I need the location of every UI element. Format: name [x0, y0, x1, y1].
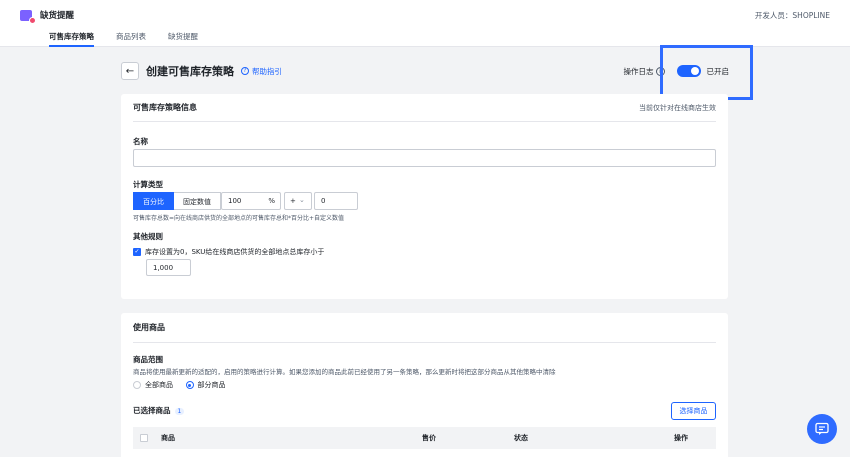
- rule-checkbox[interactable]: ✓: [133, 248, 141, 256]
- card-header: 可售库存策略信息 当前仅针对在线商店生效: [133, 94, 716, 122]
- arrow-left-icon: ←: [125, 65, 135, 77]
- strategy-info-card: 可售库存策略信息 当前仅针对在线商店生效 名称 计算类型 百分比 固定数值 10…: [121, 94, 728, 299]
- radio-partial-label: 部分商品: [197, 381, 226, 389]
- app-logo-icon: [20, 9, 36, 24]
- radio-all-products[interactable]: [133, 381, 141, 389]
- radio-partial-products[interactable]: [185, 381, 194, 389]
- operator-value: +: [290, 197, 296, 205]
- other-rules-label: 其他规则: [133, 232, 163, 241]
- name-label: 名称: [133, 137, 148, 146]
- percent-input[interactable]: 100 %: [221, 192, 281, 210]
- name-input[interactable]: [133, 149, 716, 167]
- selected-products-label: 已选择商品 1: [133, 405, 185, 416]
- col-actions: 操作: [674, 434, 688, 442]
- tab-stock-alert[interactable]: 缺货提醒: [168, 30, 198, 47]
- back-button[interactable]: ←: [121, 62, 139, 80]
- top-bar: 缺货提醒 开发人员：SHOPLINE: [0, 0, 850, 30]
- extra-value: 0: [321, 197, 326, 205]
- selected-label-text: 已选择商品: [133, 406, 171, 415]
- selected-count-badge: 1: [174, 408, 185, 415]
- select-all-checkbox[interactable]: [140, 434, 148, 442]
- developer-info: 开发人员：SHOPLINE: [754, 10, 830, 20]
- page-title: 创建可售库存策略: [146, 65, 234, 78]
- card-header: 使用商品: [133, 313, 716, 343]
- chat-icon: [815, 422, 829, 435]
- calc-type-segment: 百分比 固定数值: [133, 192, 221, 210]
- app-title: 缺货提醒: [40, 11, 75, 21]
- operation-log-link[interactable]: 操作日志: [624, 66, 654, 77]
- lightbulb-icon: ?: [241, 67, 249, 75]
- section-title: 使用商品: [133, 323, 165, 332]
- rule-text: 库存设置为0，SKU给在线商店供货的全部地点总库存小于: [145, 248, 325, 256]
- operator-select[interactable]: + ⌄: [284, 192, 312, 210]
- tab-product-list[interactable]: 商品列表: [116, 30, 146, 47]
- scope-label: 商品范围: [133, 355, 163, 364]
- scope-radio-group: 全部商品 部分商品: [133, 380, 236, 390]
- help-link[interactable]: ? 帮助指引: [241, 66, 282, 77]
- radio-all-label: 全部商品: [145, 381, 173, 389]
- percent-option[interactable]: 百分比: [133, 192, 174, 210]
- section-title: 可售库存策略信息: [133, 103, 197, 112]
- products-card: 使用商品 商品范围 商品将使用最新更新的适配的，启用的策略进行计算。如果您添加的…: [121, 313, 728, 457]
- chevron-down-icon: ⌄: [299, 196, 305, 204]
- tab-inventory-strategy[interactable]: 可售库存策略: [49, 30, 94, 47]
- products-table-header: 商品 售价 状态 操作: [133, 427, 716, 449]
- help-label: 帮助指引: [252, 66, 282, 76]
- rule-row: ✓ 库存设置为0，SKU给在线商店供货的全部地点总库存小于: [133, 247, 324, 257]
- page-header: ← 创建可售库存策略 ? 帮助指引 操作日志 i 已开启: [121, 62, 729, 80]
- threshold-input[interactable]: 1,000: [146, 259, 191, 276]
- fixed-value-option[interactable]: 固定数值: [174, 192, 221, 210]
- select-products-button[interactable]: 选择商品: [671, 402, 716, 420]
- calc-type-label: 计算类型: [133, 180, 163, 189]
- scope-description: 商品将使用最新更新的适配的，启用的策略进行计算。如果您添加的商品此前已经使用了另…: [133, 368, 556, 376]
- col-price: 售价: [422, 434, 436, 442]
- extra-value-input[interactable]: 0: [314, 192, 358, 210]
- threshold-value: 1,000: [153, 264, 174, 272]
- col-product: 商品: [161, 434, 175, 442]
- calc-hint: 可售库存总数=向在线商店供货的全部地点的可售库存总和*百分比+自定义数值: [133, 215, 345, 222]
- percent-value: 100: [228, 197, 242, 205]
- col-status: 状态: [514, 434, 528, 442]
- focus-highlight-box: [660, 45, 753, 100]
- section-note: 当前仅针对在线商店生效: [639, 103, 716, 112]
- percent-unit: %: [268, 197, 275, 205]
- chat-support-button[interactable]: [807, 414, 837, 444]
